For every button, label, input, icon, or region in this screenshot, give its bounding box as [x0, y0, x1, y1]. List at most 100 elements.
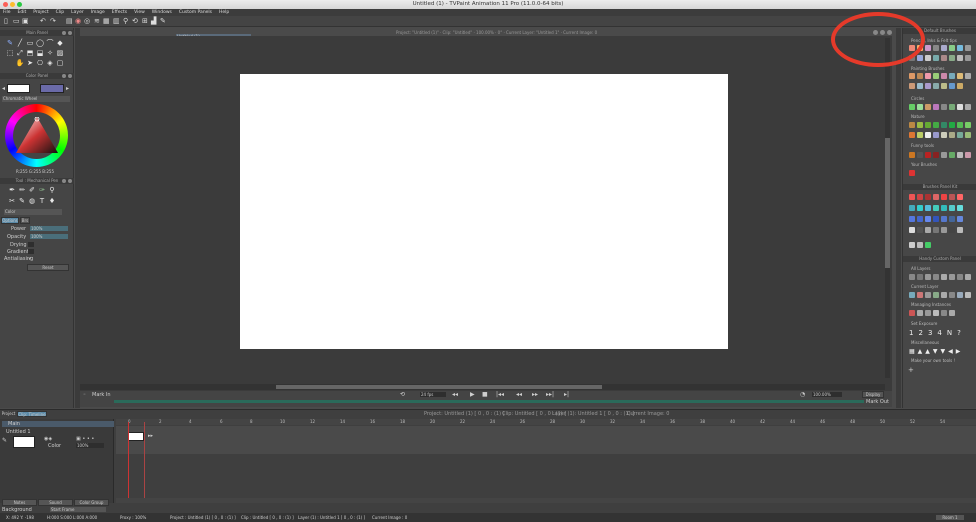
last-frame-icon[interactable]: ▸▸| — [546, 391, 554, 398]
brush-preset-icon[interactable] — [941, 104, 947, 110]
exposure-help-icon[interactable]: ? — [957, 329, 961, 337]
display-button[interactable]: Display — [862, 391, 884, 398]
project-tab[interactable]: Project — [1, 411, 16, 417]
start-frame-field[interactable]: Start Frame — [50, 507, 106, 512]
brush-preset-icon[interactable] — [917, 73, 923, 79]
zoom-reset-icon[interactable]: ◔ — [800, 391, 805, 398]
brush-preset-icon[interactable] — [957, 55, 963, 61]
layer-action-icon[interactable] — [957, 274, 963, 280]
layer-visibility-icon[interactable]: ◉◈ — [44, 436, 52, 442]
brush-preset-icon[interactable] — [909, 132, 915, 138]
misc-grid-icon[interactable]: ▦ — [909, 348, 915, 355]
airbrush-preset-icon[interactable]: ✑ — [38, 186, 46, 194]
redo-icon[interactable]: ↷ — [50, 18, 56, 25]
prev-frame-icon[interactable]: ◂◂ — [516, 391, 522, 398]
brush-preset-icon[interactable] — [949, 104, 955, 110]
canvas-v-scrollbar[interactable] — [885, 38, 890, 378]
layer-action-icon[interactable] — [917, 292, 923, 298]
kit-preset-icon[interactable] — [917, 205, 923, 211]
sound-button[interactable]: Sound — [38, 499, 73, 506]
menu-clip[interactable]: Clip — [56, 10, 65, 15]
layer-group-main[interactable]: Main — [2, 421, 114, 427]
ellipse-tool-icon[interactable]: ◯ — [36, 39, 44, 47]
grid-icon[interactable]: ▦ — [103, 18, 110, 25]
panel-menu-icon[interactable] — [62, 74, 66, 78]
open-document-icon[interactable]: ▭ — [13, 18, 20, 25]
brush-preset-icon[interactable] — [909, 104, 915, 110]
brush-preset-icon[interactable] — [949, 55, 955, 61]
menu-project[interactable]: Project — [33, 10, 48, 15]
brush-preset-icon[interactable] — [957, 152, 963, 158]
instance-action-icon[interactable] — [941, 310, 947, 316]
layers-icon[interactable]: ≋ — [94, 18, 100, 25]
menu-effects[interactable]: Effects — [112, 10, 127, 15]
brush-preset-icon[interactable] — [925, 152, 931, 158]
h-scroll-thumb[interactable] — [276, 385, 602, 389]
close-window-icon[interactable] — [3, 2, 8, 7]
brush-preset-icon[interactable] — [933, 73, 939, 79]
panel-menu-icon[interactable] — [62, 31, 66, 35]
kit-preset-icon[interactable] — [909, 194, 915, 200]
play-icon[interactable]: ▶ — [470, 391, 475, 398]
menu-help[interactable]: Help — [219, 10, 229, 15]
brush-preset-icon[interactable] — [941, 83, 947, 89]
smudge-preset-icon[interactable]: ✎ — [18, 197, 26, 205]
layer-name[interactable]: Untitled 1 — [6, 429, 31, 435]
kit-preset-icon[interactable] — [933, 227, 939, 233]
grid-view-icon[interactable]: ⊞ — [142, 18, 148, 25]
save-document-icon[interactable]: ▣ — [22, 18, 29, 25]
kit-preset-icon[interactable] — [925, 194, 931, 200]
new-document-icon[interactable]: ▯ — [4, 18, 8, 25]
brush-preset-icon[interactable] — [941, 152, 947, 158]
frame-0-thumbnail[interactable] — [128, 432, 144, 441]
brush-preset-icon[interactable] — [917, 152, 923, 158]
layer-action-icon[interactable] — [933, 292, 939, 298]
menu-image[interactable]: Image — [91, 10, 105, 15]
brush-preset-icon[interactable] — [949, 132, 955, 138]
v-scroll-thumb[interactable] — [885, 138, 890, 268]
instance-action-icon[interactable] — [917, 310, 923, 316]
exposure-3-button[interactable]: 3 — [928, 329, 932, 337]
layer-action-icon[interactable] — [949, 274, 955, 280]
brush-preset-icon[interactable] — [965, 104, 971, 110]
brush-preset-icon[interactable] — [933, 152, 939, 158]
misc-right-icon[interactable]: ▶ — [956, 348, 961, 355]
mark-in-icon[interactable]: ◦ — [83, 392, 86, 398]
brush-tab[interactable]: Brs — [20, 217, 30, 224]
antialiasing-check-icon[interactable]: ✓ — [28, 256, 32, 262]
instance-action-icon[interactable] — [949, 310, 955, 316]
layer-action-icon[interactable] — [949, 292, 955, 298]
rect-tool-icon[interactable]: ▭ — [26, 39, 34, 47]
brush-preset-icon[interactable] — [949, 73, 955, 79]
layer-thumbnail[interactable] — [13, 436, 35, 448]
pen-preset-icon[interactable]: ✒ — [8, 186, 16, 194]
color-picker-icon[interactable]: ◉ — [75, 18, 81, 25]
brush-preset-icon[interactable] — [949, 122, 955, 128]
pencil-preset-icon[interactable]: ✏ — [18, 186, 26, 194]
right-splitter[interactable] — [896, 28, 901, 408]
next-frame-icon[interactable]: ▸▸ — [532, 391, 538, 398]
line-tool-icon[interactable]: ╱ — [16, 39, 24, 47]
brush-preset-icon[interactable] — [965, 55, 971, 61]
swap-left-icon[interactable]: ◂ — [2, 85, 5, 92]
stop-icon[interactable]: ■ — [482, 391, 488, 398]
instance-action-icon[interactable] — [909, 310, 915, 316]
brush-preset-icon[interactable] — [941, 55, 947, 61]
opacity-slider[interactable]: 100% — [30, 234, 68, 239]
layout-icon[interactable]: ▤ — [66, 18, 73, 25]
warp-tool-icon[interactable]: ⬒ — [26, 49, 34, 57]
color-triangle[interactable] — [16, 117, 58, 155]
brush-preset-icon[interactable] — [965, 73, 971, 79]
drop-preset-icon[interactable]: ♦ — [48, 197, 56, 205]
exposure-4-button[interactable]: 4 — [937, 329, 941, 337]
kit-preset-icon[interactable] — [909, 242, 915, 248]
instance-action-icon[interactable] — [933, 310, 939, 316]
brush-preset-icon[interactable] — [957, 104, 963, 110]
layer-action-icon[interactable] — [925, 292, 931, 298]
brush-preset-icon[interactable] — [957, 73, 963, 79]
layer-lock-icon[interactable]: ▣ • • • — [76, 436, 94, 442]
layer-action-icon[interactable] — [917, 274, 923, 280]
primary-color-swatch[interactable] — [7, 84, 30, 93]
kit-preset-icon[interactable] — [941, 205, 947, 211]
brush-preset-icon[interactable] — [925, 122, 931, 128]
